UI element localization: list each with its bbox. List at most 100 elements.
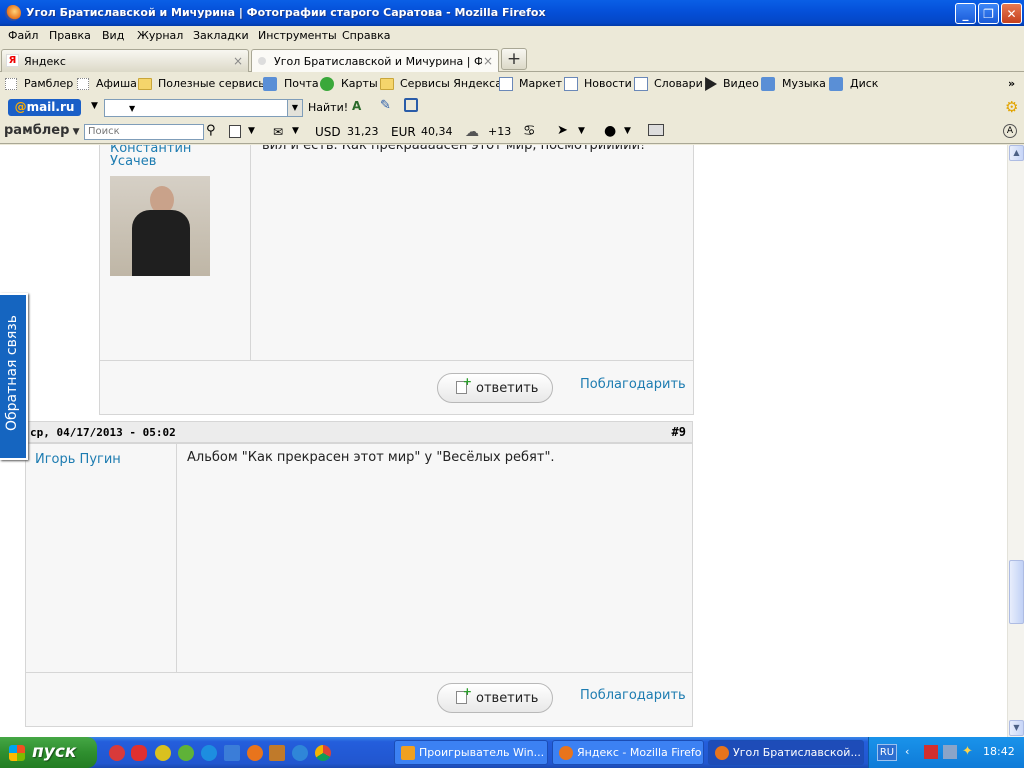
- chevron-down-icon[interactable]: ▼: [624, 126, 631, 136]
- close-button[interactable]: ✕: [1001, 3, 1022, 24]
- reply-icon: [456, 375, 472, 394]
- feedback-label: Обратная связь: [4, 315, 20, 431]
- gear-icon[interactable]: ⚙: [1005, 98, 1018, 116]
- disk-icon: [829, 77, 843, 91]
- chevron-down-icon[interactable]: ▼: [578, 126, 585, 136]
- taskbar: пуск Проигрыватель Win... Яндекс - Mozil…: [0, 737, 1024, 768]
- menu-history[interactable]: Журнал: [137, 29, 183, 42]
- tab-label: Яндекс: [24, 55, 66, 68]
- comment-author-link[interactable]: Игорь Пугин: [35, 453, 121, 466]
- news-icon[interactable]: [229, 125, 241, 138]
- mailru-find-button[interactable]: Найти!: [308, 101, 348, 114]
- taskbar-task-player[interactable]: Проигрыватель Win...: [394, 740, 548, 765]
- bookmark-afisha[interactable]: Афиша: [96, 77, 137, 90]
- reply-button[interactable]: ответить: [437, 373, 553, 403]
- zoom-icon[interactable]: [404, 98, 418, 112]
- comment-number[interactable]: #9: [672, 425, 686, 439]
- bookmark-pochta[interactable]: Почта: [284, 77, 319, 90]
- mailru-logo[interactable]: @mail.ru: [8, 99, 81, 116]
- chevron-down-icon[interactable]: ▼: [248, 126, 255, 136]
- bookmark-disk[interactable]: Диск: [850, 77, 878, 90]
- font-size-icon[interactable]: A: [352, 99, 361, 113]
- cloud-icon[interactable]: ☁: [465, 124, 479, 140]
- tab-current[interactable]: Угол Братиславской и Мичурина | Фот... ×: [251, 49, 499, 73]
- rambler-toolbar: рамблер ▼ Поиск ⚲ ▼ ✉ ▼ USD 31,23 EUR 40…: [0, 120, 1024, 144]
- rambler-a-icon[interactable]: A: [1003, 124, 1017, 138]
- reply-button[interactable]: ответить: [437, 683, 553, 713]
- quicklaunch-opera-icon[interactable]: [109, 745, 125, 761]
- quicklaunch-firefox-icon[interactable]: [247, 745, 263, 761]
- ticket-icon[interactable]: [648, 124, 664, 136]
- quicklaunch-o-icon[interactable]: [131, 745, 147, 761]
- quicklaunch-desktop-icon[interactable]: [224, 745, 240, 761]
- quicklaunch-icq-icon[interactable]: [178, 745, 194, 761]
- tab-close-icon[interactable]: ×: [233, 54, 243, 68]
- avatar[interactable]: [110, 176, 210, 276]
- scroll-down-icon[interactable]: ▼: [1009, 720, 1024, 736]
- avatar-body: [132, 210, 190, 276]
- eur-label: EUR: [391, 125, 416, 139]
- menu-bookmarks[interactable]: Закладки: [193, 29, 249, 42]
- quicklaunch-ie-icon[interactable]: [201, 745, 217, 761]
- moon-icon[interactable]: ●: [604, 123, 616, 139]
- tab-yandex[interactable]: Я Яндекс ×: [1, 49, 249, 72]
- chevron-down-icon[interactable]: ▼: [292, 126, 299, 136]
- bookmark-rambler[interactable]: Рамблер: [24, 77, 73, 90]
- bookmarks-bar: Рамблер Афиша Полезные сервисы Почта Кар…: [0, 72, 1024, 96]
- bookmark-market[interactable]: Маркет: [519, 77, 562, 90]
- taskbar-task-yandex-firefox[interactable]: Яндекс - Mozilla Firefox: [552, 740, 704, 765]
- antivirus-icon[interactable]: [924, 745, 938, 759]
- taskbar-task-current-firefox[interactable]: Угол Братиславской...: [708, 740, 864, 765]
- bookmarks-overflow-chevron-icon[interactable]: »: [1008, 77, 1015, 90]
- comment-author-link[interactable]: Константин Усачев: [110, 145, 191, 168]
- scrollbar-thumb[interactable]: [1009, 560, 1024, 624]
- menu-view[interactable]: Вид: [102, 29, 124, 42]
- firefox-icon: [559, 746, 573, 760]
- thank-link[interactable]: Поблагодарить: [580, 688, 686, 703]
- restore-button[interactable]: ❐: [978, 3, 999, 24]
- new-tab-button[interactable]: +: [501, 48, 527, 70]
- bookmark-useful-services[interactable]: Полезные сервисы: [158, 77, 267, 90]
- bookmark-slovari[interactable]: Словари: [654, 77, 703, 90]
- search-icon[interactable]: ⚲: [206, 123, 216, 138]
- thank-link[interactable]: Поблагодарить: [580, 377, 686, 392]
- menu-edit[interactable]: Правка: [49, 29, 91, 42]
- mail-icon[interactable]: ✉: [273, 125, 283, 139]
- chevron-down-icon[interactable]: ▼: [91, 101, 98, 111]
- horoscope-icon[interactable]: ♋: [523, 123, 536, 139]
- highlight-icon[interactable]: ✎: [380, 98, 391, 113]
- scroll-up-icon[interactable]: ▲: [1009, 145, 1024, 161]
- tray-expand-icon[interactable]: ‹: [905, 745, 909, 758]
- rambler-logo[interactable]: рамблер ▼: [4, 123, 80, 138]
- menu-help[interactable]: Справка: [342, 29, 390, 42]
- quicklaunch-yandex-browser-icon[interactable]: [155, 745, 171, 761]
- vertical-scrollbar[interactable]: ▲ ▼: [1007, 145, 1024, 737]
- quicklaunch-chrome-icon[interactable]: [315, 745, 331, 761]
- network-icon[interactable]: [943, 745, 957, 759]
- menu-file[interactable]: Файл: [8, 29, 38, 42]
- rambler-search-input[interactable]: Поиск: [84, 124, 204, 140]
- quicklaunch-app-icon[interactable]: [269, 745, 285, 761]
- caret-icon: ▼: [129, 104, 136, 113]
- chevron-down-icon[interactable]: ▼: [287, 100, 302, 116]
- mailru-search-input[interactable]: ▼ ▼: [104, 99, 303, 117]
- feedback-tab[interactable]: Обратная связь: [0, 293, 28, 460]
- bookmark-karty[interactable]: Карты: [341, 77, 378, 90]
- bookmark-muzyka[interactable]: Музыка: [782, 77, 826, 90]
- bookmark-novosti[interactable]: Новости: [584, 77, 632, 90]
- usd-label: USD: [315, 125, 341, 139]
- music-icon: [761, 77, 775, 91]
- quicklaunch-browser-icon[interactable]: [292, 745, 308, 761]
- comment-author-column: Игорь Пугин: [26, 444, 177, 672]
- bookmark-yandex-services[interactable]: Сервисы Яндекса: [400, 77, 502, 90]
- bookmark-video[interactable]: Видео: [723, 77, 759, 90]
- menu-tools[interactable]: Инструменты: [258, 29, 337, 42]
- language-indicator[interactable]: RU: [877, 744, 897, 761]
- minimize-button[interactable]: _: [955, 3, 976, 24]
- tray-star-icon[interactable]: ✦: [962, 745, 976, 759]
- weather-temp[interactable]: +13: [488, 125, 511, 138]
- folder-icon: [380, 78, 394, 90]
- tab-close-icon[interactable]: ×: [483, 54, 493, 68]
- start-button[interactable]: пуск: [0, 737, 97, 768]
- send-icon[interactable]: ➤: [557, 123, 568, 138]
